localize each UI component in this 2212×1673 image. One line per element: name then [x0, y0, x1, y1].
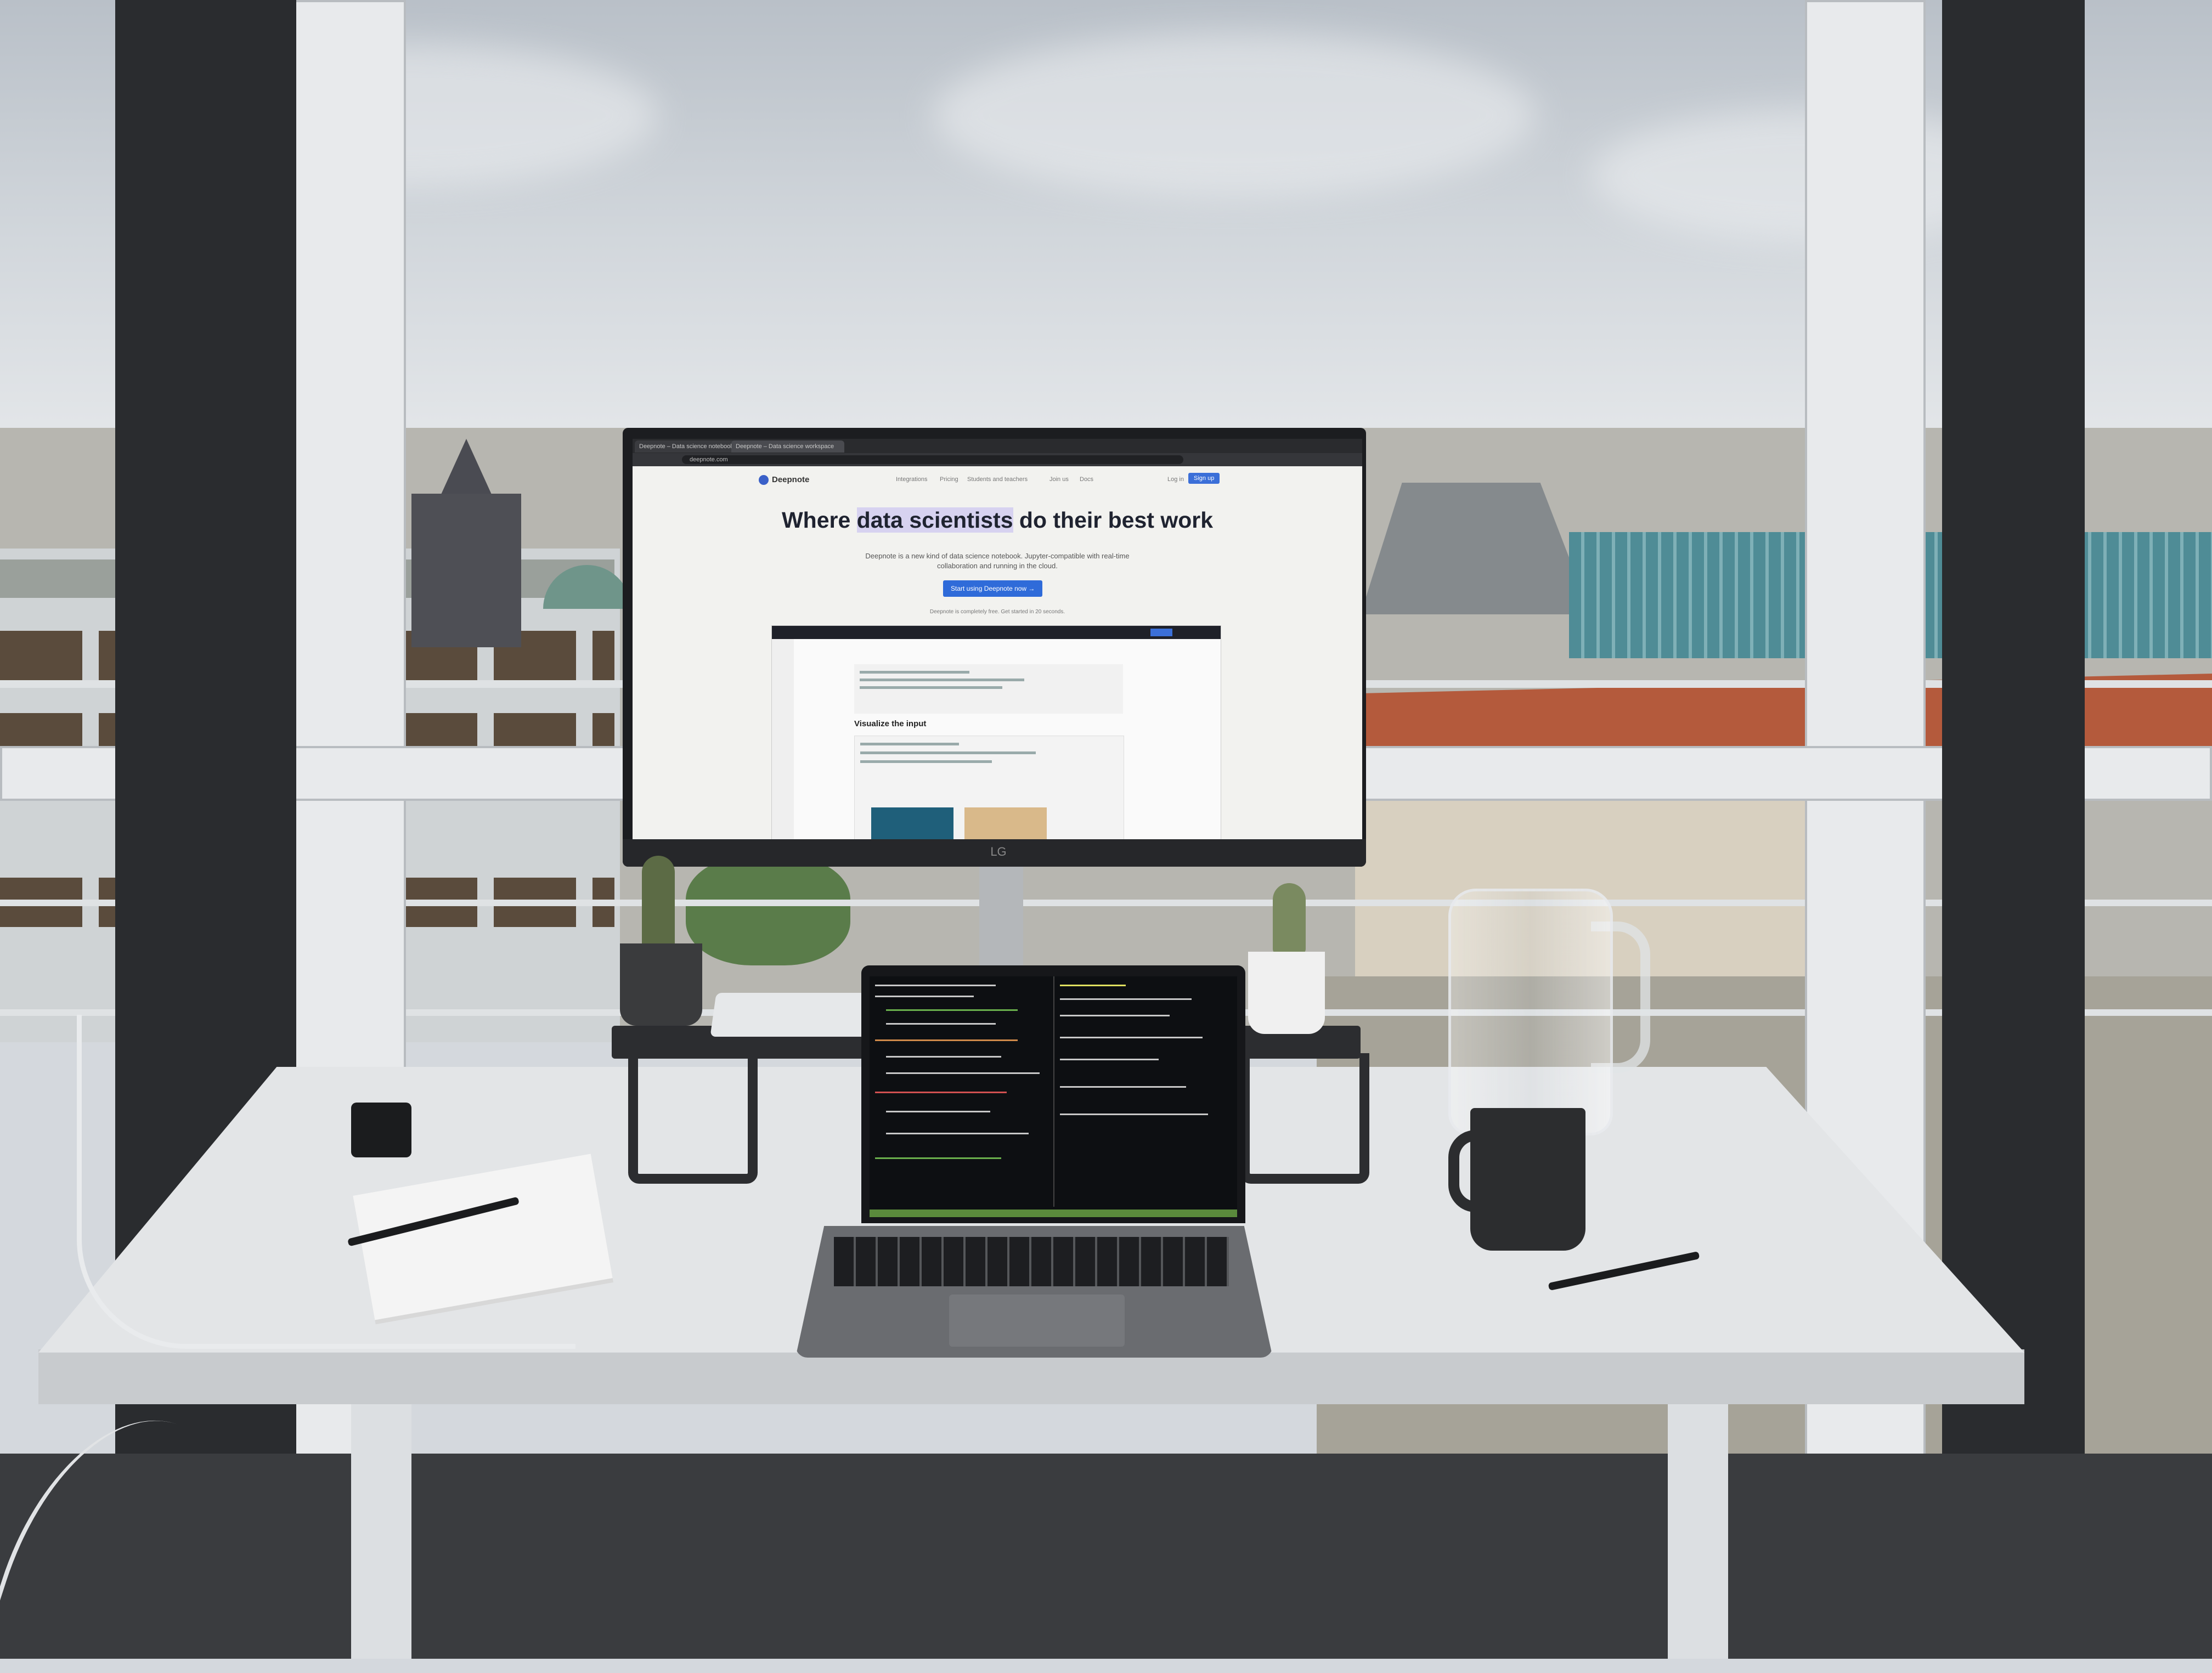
coffee-mug	[1470, 1108, 1585, 1251]
desk-edge	[38, 1349, 2024, 1404]
pillar-right	[1942, 0, 2085, 1659]
terminal-line	[1060, 1059, 1159, 1060]
output-image	[871, 807, 953, 839]
terminal-line	[1060, 1037, 1203, 1038]
nav-join-us[interactable]: Join us	[1049, 476, 1069, 483]
app-preview-sidebar	[772, 639, 794, 839]
trees	[686, 856, 850, 965]
code-line	[860, 686, 1002, 689]
code-line	[860, 760, 992, 763]
signup-button[interactable]: Sign up	[1188, 473, 1220, 484]
laptop-screen	[870, 976, 1237, 1218]
succulent-plant	[642, 856, 675, 949]
desk-leg	[1668, 1404, 1728, 1659]
terminal-line	[1060, 1086, 1186, 1088]
terminal-line	[1060, 998, 1192, 1000]
browser-tab-active[interactable]: Deepnote – Data science workspace	[731, 440, 844, 453]
code-line	[860, 743, 959, 745]
window-sill	[0, 1454, 2212, 1659]
app-preview-button	[1150, 629, 1172, 636]
terminal-line	[886, 1023, 996, 1025]
tower-spire	[439, 439, 494, 499]
shelf-leg	[628, 1053, 758, 1184]
plant-pot	[620, 943, 702, 1026]
terminal-line	[875, 996, 974, 997]
terminal-pane	[1053, 976, 1237, 1207]
terminal-line	[886, 1133, 1029, 1134]
terminal-status-bar	[870, 1209, 1237, 1217]
shelf-leg	[1240, 1053, 1369, 1184]
powder-tower	[411, 494, 521, 647]
hero-subtitle: Deepnote is a new kind of data science n…	[865, 552, 1130, 570]
hero-highlight: data scientists	[856, 507, 1013, 533]
nav-docs[interactable]: Docs	[1080, 476, 1093, 483]
trackpad	[949, 1295, 1125, 1347]
terminal-line	[875, 985, 996, 986]
hero-text: Where	[781, 507, 857, 533]
browser-tab-strip: Deepnote – Data science notebook Deepnot…	[633, 439, 1362, 453]
app-section-title: Visualize the input	[854, 719, 927, 728]
plant-pot	[1248, 952, 1325, 1034]
site-navbar: Deepnote Integrations Pricing Students a…	[633, 466, 1362, 494]
app-preview: Visualize the input	[771, 625, 1221, 839]
hero-headline: Where data scientists do their best work	[633, 507, 1362, 533]
nav-pricing[interactable]: Pricing	[940, 476, 958, 483]
terminal-line	[1060, 1114, 1208, 1115]
code-cell	[854, 736, 1124, 839]
code-line	[860, 671, 969, 674]
terminal-line	[875, 1039, 1018, 1041]
cloud	[933, 33, 1536, 197]
nav-students[interactable]: Students and teachers	[967, 476, 1028, 483]
free-note: Deepnote is completely free. Get started…	[929, 609, 1065, 615]
code-line	[860, 679, 1024, 681]
terminal-line	[1060, 985, 1126, 986]
site-logo-text[interactable]: Deepnote	[772, 475, 809, 484]
cactus-plant	[1273, 883, 1306, 954]
terminal-line	[886, 1056, 1001, 1058]
laptop-keyboard	[834, 1237, 1229, 1286]
glass-water-jug	[1448, 889, 1613, 1135]
login-link[interactable]: Log in	[1167, 476, 1184, 483]
browser-tab[interactable]: Deepnote – Data science notebook	[635, 440, 737, 453]
terminal-line	[1060, 1015, 1170, 1016]
charger	[351, 1103, 411, 1157]
code-cell	[854, 664, 1123, 714]
terminal-pane	[870, 976, 1051, 1207]
pillar-left	[115, 0, 296, 1659]
monitor-screen: Deepnote – Data science notebook Deepnot…	[633, 439, 1362, 839]
deepnote-logo-icon[interactable]	[759, 475, 769, 485]
output-image	[964, 807, 1047, 839]
terminal-line	[875, 1092, 1007, 1093]
hero-text: do their best work	[1013, 507, 1214, 533]
address-bar[interactable]: deepnote.com	[682, 455, 1183, 464]
desk-leg	[351, 1404, 411, 1659]
terminal-line	[875, 1157, 1001, 1159]
cta-button[interactable]: Start using Deepnote now →	[943, 580, 1043, 597]
terminal-line	[886, 1072, 1040, 1074]
terminal-line	[886, 1009, 1018, 1011]
browser-toolbar: deepnote.com	[633, 453, 1362, 466]
terminal-line	[886, 1111, 990, 1112]
nav-integrations[interactable]: Integrations	[896, 476, 927, 483]
monitor-logo: LG	[990, 845, 1007, 858]
code-line	[860, 751, 1036, 754]
